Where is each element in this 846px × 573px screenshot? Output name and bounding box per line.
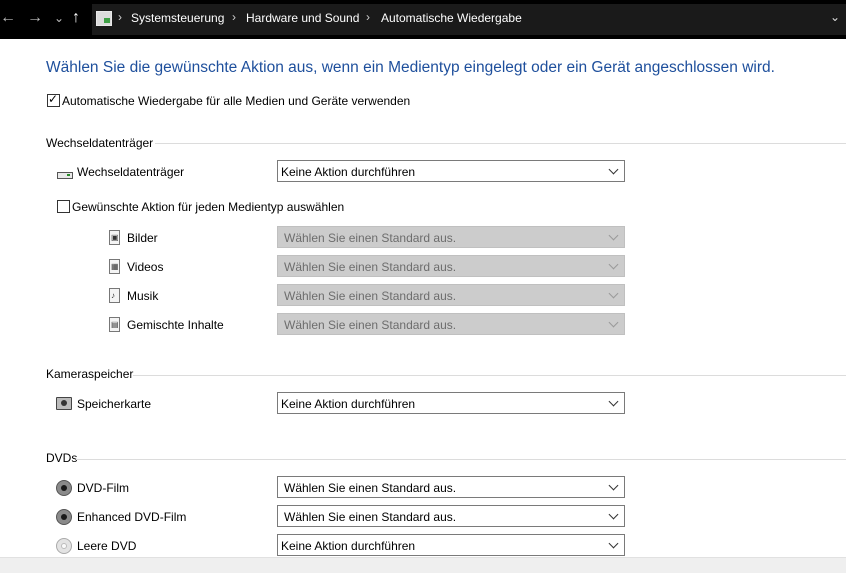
group-divider — [155, 143, 846, 144]
breadcrumb-separator[interactable]: › — [232, 10, 236, 24]
chevron-down-icon — [609, 538, 619, 550]
media-select-gemischte-inhalte: Wählen Sie einen Standard aus. — [277, 313, 625, 335]
dvd-disc-icon — [56, 480, 72, 496]
picture-file-icon: ▣ — [109, 230, 120, 245]
select-value: Wählen Sie einen Standard aus. — [284, 231, 457, 245]
group-title-camera: Kameraspeicher — [46, 367, 134, 381]
chevron-down-icon — [609, 480, 619, 492]
media-label-musik: Musik — [127, 289, 159, 303]
up-icon[interactable]: ↑ — [72, 9, 80, 27]
media-label-bilder: Bilder — [127, 231, 158, 245]
chevron-down-icon — [609, 317, 619, 329]
media-label-videos: Videos — [127, 260, 164, 274]
select-value: Wählen Sie einen Standard aus. — [284, 318, 457, 332]
chevron-down-icon — [609, 230, 619, 242]
select-value: Keine Aktion durchführen — [281, 539, 416, 553]
select-value: Keine Aktion durchführen — [281, 165, 416, 179]
autoplay-all-label[interactable]: Automatische Wiedergabe für alle Medien … — [62, 94, 410, 108]
control-panel-icon — [96, 11, 112, 26]
drive-icon — [57, 172, 73, 179]
select-value: Keine Aktion durchführen — [281, 397, 416, 411]
address-bar[interactable]: › Systemsteuerung › Hardware und Sound ›… — [92, 4, 846, 35]
memory-card-icon — [56, 397, 72, 410]
back-icon[interactable]: ← — [0, 9, 16, 27]
media-select-bilder: Wählen Sie einen Standard aus. — [277, 226, 625, 248]
per-media-checkbox[interactable] — [57, 200, 70, 213]
select-value: Wählen Sie einen Standard aus. — [284, 260, 457, 274]
enhanced-dvd-film-select[interactable]: Wählen Sie einen Standard aus. — [277, 505, 625, 527]
breadcrumb-separator[interactable]: › — [366, 10, 370, 24]
camera-label: Speicherkarte — [77, 397, 152, 411]
dvd-film-label: DVD-Film — [77, 481, 129, 495]
breadcrumb-systemsteuerung[interactable]: Systemsteuerung — [131, 11, 224, 25]
dvd-disc-icon — [56, 509, 72, 525]
removable-action-select[interactable]: Keine Aktion durchführen — [277, 160, 625, 182]
chevron-down-icon — [609, 288, 619, 300]
mixed-content-file-icon: ▤ — [109, 317, 120, 332]
camera-action-select[interactable]: Keine Aktion durchführen — [277, 392, 625, 414]
per-media-label[interactable]: Gewünschte Aktion für jeden Medientyp au… — [72, 200, 344, 214]
group-title-dvds: DVDs — [46, 451, 78, 465]
chevron-down-icon — [609, 396, 619, 408]
chevron-down-icon — [609, 509, 619, 521]
address-dropdown-icon[interactable]: ⌄ — [830, 10, 840, 24]
select-value: Wählen Sie einen Standard aus. — [284, 481, 457, 495]
dvd-film-select[interactable]: Wählen Sie einen Standard aus. — [277, 476, 625, 498]
music-file-icon: ♪ — [109, 288, 120, 303]
autoplay-all-checkbox[interactable] — [47, 92, 60, 107]
blank-dvd-icon — [56, 538, 72, 554]
select-value: Wählen Sie einen Standard aus. — [284, 289, 457, 303]
media-label-gemischte-inhalte: Gemischte Inhalte — [127, 318, 224, 332]
chevron-down-icon — [609, 164, 619, 176]
leere-dvd-label: Leere DVD — [77, 539, 137, 553]
page-title: Wählen Sie die gewünschte Aktion aus, we… — [46, 59, 775, 76]
media-select-videos: Wählen Sie einen Standard aus. — [277, 255, 625, 277]
group-divider — [133, 375, 846, 376]
title-bar: ← → ⌄ ↑ › Systemsteuerung › Hardware und… — [0, 0, 846, 39]
media-select-musik: Wählen Sie einen Standard aus. — [277, 284, 625, 306]
enhanced-dvd-film-label: Enhanced DVD-Film — [77, 510, 187, 524]
breadcrumb-automatische-wiedergabe[interactable]: Automatische Wiedergabe — [381, 11, 522, 25]
forward-icon[interactable]: → — [27, 9, 43, 27]
chevron-down-icon — [609, 259, 619, 271]
select-value: Wählen Sie einen Standard aus. — [284, 510, 457, 524]
leere-dvd-select[interactable]: Keine Aktion durchführen — [277, 534, 625, 556]
breadcrumb-separator[interactable]: › — [118, 10, 122, 24]
group-title-removable: Wechseldatenträger — [46, 136, 154, 150]
video-file-icon: ▦ — [109, 259, 120, 274]
footer-bar — [0, 557, 846, 573]
breadcrumb-hardware-und-sound[interactable]: Hardware und Sound — [246, 11, 359, 25]
removable-device-label: Wechseldatenträger — [77, 165, 185, 179]
group-divider — [76, 459, 846, 460]
recent-locations-icon[interactable]: ⌄ — [54, 9, 64, 27]
